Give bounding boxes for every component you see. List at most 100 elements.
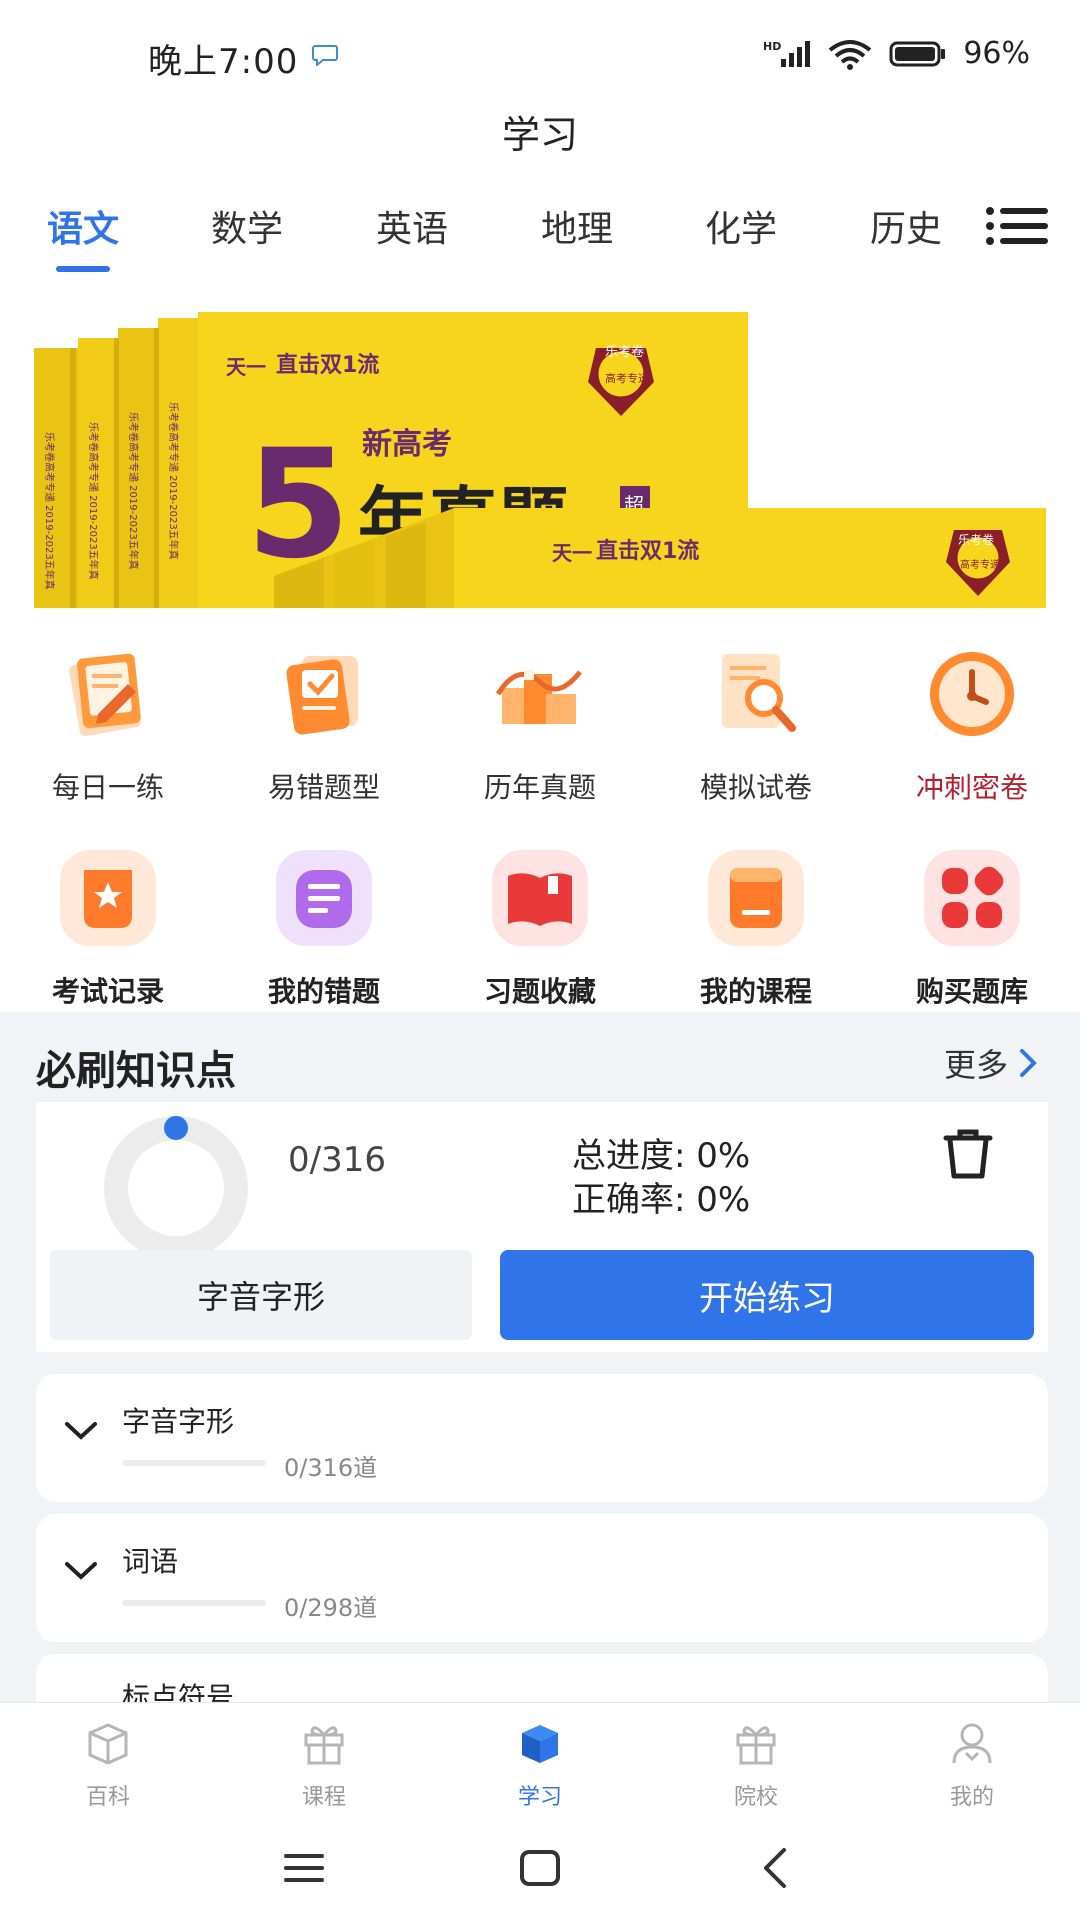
- nav-encyclopedia[interactable]: 百科: [0, 1703, 216, 1814]
- favorites-book-icon: [492, 850, 588, 946]
- system-nav-bar: [0, 1814, 1080, 1920]
- profile-icon: [952, 1723, 992, 1764]
- tab-chinese[interactable]: 语文: [23, 200, 143, 252]
- my-courses-label: 我的课程: [699, 975, 812, 1008]
- wifi-icon: [829, 39, 872, 70]
- banner-seal-sub: 高考专递: [605, 371, 649, 385]
- nav-schools[interactable]: 院校: [648, 1703, 864, 1814]
- active-tab-indicator: [56, 266, 110, 272]
- sprint-exam-button[interactable]: 冲刺密卷: [864, 642, 1080, 806]
- nav-courses[interactable]: 课程: [216, 1703, 432, 1814]
- banner-spine-text: 乐考卷高考专递 2019-2023五年真: [167, 402, 180, 560]
- daily-practice-icon: [69, 653, 141, 737]
- nav-label: 我的: [949, 1785, 994, 1810]
- trash-icon[interactable]: [940, 1126, 996, 1182]
- nav-study[interactable]: 学习: [432, 1703, 648, 1814]
- menu-icon[interactable]: [280, 1844, 328, 1892]
- mock-exam-button[interactable]: 模拟试卷: [648, 642, 864, 806]
- message-bubble-icon: [312, 45, 338, 66]
- topic-count: 0/298道: [284, 1594, 378, 1622]
- favorites-button[interactable]: 习题收藏: [432, 846, 648, 1010]
- study-cube-icon: [522, 1725, 558, 1763]
- my-courses-button[interactable]: 我的课程: [648, 846, 864, 1010]
- error-prone-icon: [286, 656, 358, 735]
- topic-name: 词语: [122, 1545, 179, 1578]
- completed-count: 0/316: [288, 1140, 386, 1180]
- exam-record-button[interactable]: 考试记录: [0, 846, 216, 1010]
- chevron-down-icon[interactable]: [64, 1560, 98, 1582]
- my-courses-icon: [708, 850, 804, 946]
- topic-count: 0/316道: [284, 1454, 378, 1482]
- past-exams-icon: [495, 670, 582, 724]
- my-mistakes-icon: [276, 850, 372, 946]
- buy-bank-button[interactable]: 购买题库: [864, 846, 1080, 1010]
- daily-practice-button[interactable]: 每日一练: [0, 642, 216, 806]
- tab-history[interactable]: 历史: [846, 200, 966, 252]
- more-label: 更多: [943, 1046, 1008, 1084]
- promo-banner[interactable]: 乐考卷高考专递 2019-2023五年真 乐考卷高考专递 2019-2023五年…: [34, 312, 1046, 608]
- banner-seal-text: 乐考卷: [605, 344, 644, 360]
- banner-spine-text: 乐考卷高考专递 2019-2023五年真: [43, 432, 56, 590]
- past-exams-button[interactable]: 历年真题: [432, 642, 648, 806]
- encyclopedia-box-icon: [88, 1723, 128, 1765]
- signal-hd-text: HD: [763, 40, 781, 53]
- nav-label: 院校: [733, 1785, 778, 1810]
- progress-ring: [104, 1116, 248, 1260]
- topic-item[interactable]: 字音字形 0/316道: [36, 1374, 1048, 1502]
- topic-item[interactable]: 词语 0/298道: [36, 1514, 1048, 1642]
- back-icon[interactable]: [752, 1844, 800, 1892]
- tab-chemistry[interactable]: 化学: [681, 200, 801, 252]
- banner-headline-prefix: 新高考: [362, 427, 452, 462]
- sprint-clock-icon: [930, 652, 1014, 736]
- chevron-right-icon: [1020, 1049, 1037, 1077]
- battery-percent: 96%: [963, 36, 1030, 71]
- status-right: HD 96%: [763, 36, 1030, 71]
- battery-icon: [889, 41, 946, 66]
- mock-exam-icon: [722, 654, 796, 732]
- quick-actions-row-1: 每日一练 易错题型 历年真题 模拟试卷 冲刺密卷: [0, 642, 1080, 806]
- topic-progress-bar: [122, 1460, 266, 1466]
- topic-select-button[interactable]: 字音字形: [50, 1250, 472, 1340]
- nav-label: 百科: [85, 1785, 130, 1810]
- tab-english[interactable]: 英语: [352, 200, 472, 252]
- mock-exam-label: 模拟试卷: [699, 771, 812, 804]
- more-link[interactable]: 更多: [944, 1040, 1038, 1086]
- banner-brand: 直击双1流: [276, 352, 379, 378]
- quick-actions-row-2: 考试记录 我的错题 习题收藏 我的课程 购买题库: [0, 846, 1080, 1010]
- error-prone-button[interactable]: 易错题型: [216, 642, 432, 806]
- tab-math[interactable]: 数学: [187, 200, 307, 252]
- start-practice-button[interactable]: 开始练习: [500, 1250, 1034, 1340]
- my-mistakes-label: 我的错题: [267, 975, 380, 1008]
- tab-geography[interactable]: 地理: [517, 200, 637, 252]
- menu-list-icon[interactable]: [986, 206, 1050, 246]
- status-time: 晚上7:00: [148, 42, 299, 82]
- page-title: 学习: [501, 113, 578, 157]
- bottom-nav: 百科 课程 学习 院校 我的: [0, 1702, 1080, 1814]
- banner-seal-sub-2: 高考专递: [960, 558, 1000, 571]
- progress-card: 0/316 总进度: 0% 正确率: 0% 字音字形 开始练习: [36, 1102, 1048, 1352]
- signal-icon: HD: [763, 40, 811, 67]
- past-exams-label: 历年真题: [483, 771, 596, 804]
- course-gift-icon: [304, 1726, 344, 1765]
- banner-seal-text-2: 乐考卷: [958, 532, 994, 547]
- my-mistakes-button[interactable]: 我的错题: [216, 846, 432, 1010]
- exam-record-label: 考试记录: [51, 975, 164, 1008]
- banner-brand-2: 直击双1流: [596, 538, 699, 564]
- banner-spine-text: 乐考卷高考专递 2019-2023五年真: [127, 412, 140, 570]
- topic-item[interactable]: 标点符号: [36, 1654, 1048, 1702]
- accuracy-rate: 正确率: 0%: [572, 1180, 751, 1220]
- buy-bank-label: 购买题库: [915, 975, 1028, 1008]
- subject-tabs: 语文 数学 英语 地理 化学 历史: [0, 196, 1080, 286]
- error-prone-label: 易错题型: [267, 771, 380, 804]
- progress-ring-marker: [164, 1116, 188, 1140]
- chevron-down-icon[interactable]: [64, 1420, 98, 1442]
- status-bar: 晚上7:00 HD 96%: [0, 0, 1080, 110]
- section-title: 必刷知识点: [36, 1048, 236, 1094]
- banner-artwork: 乐考卷高考专递 2019-2023五年真 乐考卷高考专递 2019-2023五年…: [34, 312, 1046, 608]
- nav-label: 课程: [301, 1785, 346, 1810]
- nav-profile[interactable]: 我的: [864, 1703, 1080, 1814]
- topic-name: 字音字形: [122, 1405, 235, 1438]
- home-icon[interactable]: [516, 1844, 564, 1892]
- banner-publisher: 天一: [226, 355, 266, 379]
- exam-record-icon: [60, 850, 156, 946]
